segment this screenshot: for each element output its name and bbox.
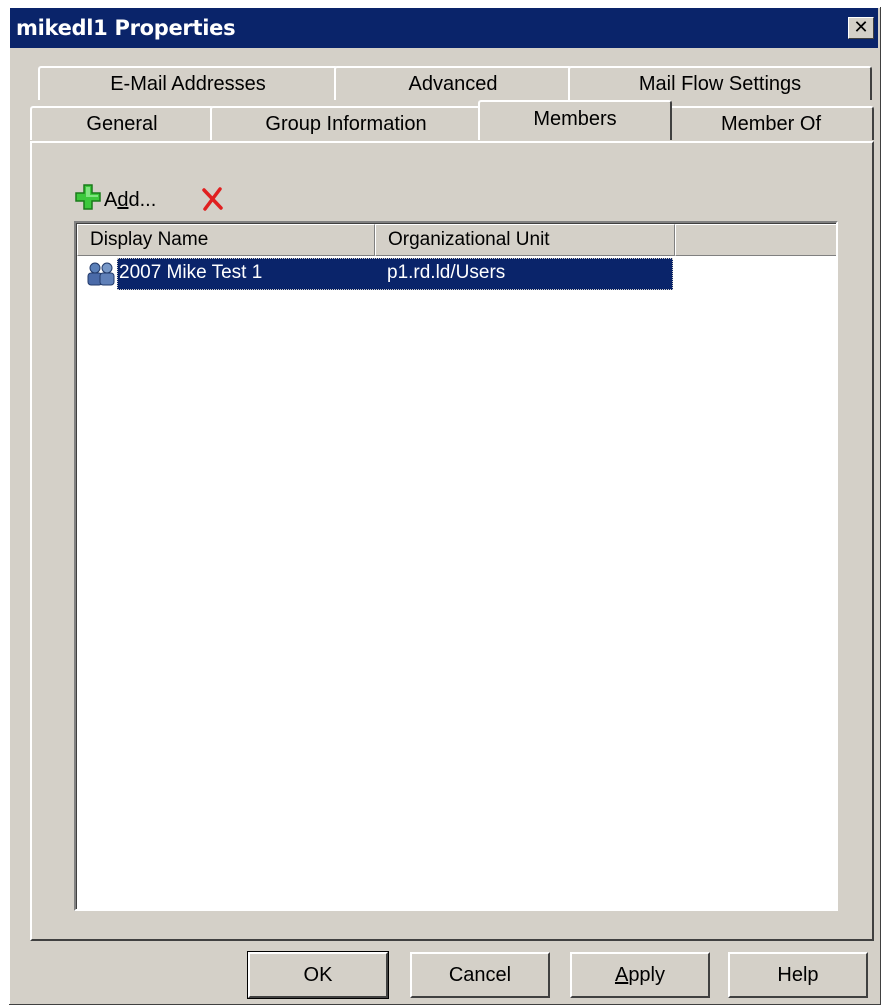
tab-advanced[interactable]: Advanced (334, 66, 572, 100)
tab-general[interactable]: General (30, 106, 214, 140)
members-tab-panel: Add... Display Name Organizational Unit (30, 141, 874, 941)
tab-label: Group Information (265, 112, 427, 135)
window-title: mikedl1 Properties (16, 16, 236, 40)
tab-label: Member Of (720, 112, 822, 135)
tab-member-of[interactable]: Member Of (668, 106, 874, 140)
help-button[interactable]: Help (728, 952, 868, 998)
list-item[interactable]: 2007 Mike Test 1 p1.rd.ld/Users (77, 258, 675, 290)
cell-organizational-unit: p1.rd.ld/Users (387, 262, 506, 283)
help-button-label: Help (777, 963, 819, 986)
remove-button[interactable] (200, 187, 224, 217)
close-icon: ✕ (853, 17, 869, 38)
green-plus-icon (74, 183, 102, 217)
tab-label: Members (533, 108, 617, 130)
title-bar[interactable]: mikedl1 Properties ✕ (10, 8, 878, 48)
apply-button-label: Apply (614, 963, 666, 986)
tab-group-information[interactable]: Group Information (210, 106, 482, 140)
ok-button[interactable]: OK (247, 951, 389, 999)
user-group-icon (85, 261, 119, 293)
tab-label: Mail Flow Settings (638, 72, 802, 95)
red-x-icon (200, 187, 224, 216)
add-button[interactable]: Add... (74, 183, 156, 217)
column-header-display-name[interactable]: Display Name (77, 224, 375, 256)
add-button-label: Add... (104, 188, 157, 211)
cancel-button-label: Cancel (448, 963, 512, 986)
column-header-blank (675, 224, 836, 256)
column-header-organizational-unit[interactable]: Organizational Unit (375, 224, 675, 256)
properties-dialog: mikedl1 Properties ✕ E-Mail Addresses Ad… (8, 6, 880, 1004)
tab-email-addresses[interactable]: E-Mail Addresses (38, 66, 338, 100)
tab-label: E-Mail Addresses (110, 72, 266, 95)
tab-label: Advanced (408, 72, 498, 95)
tab-members[interactable]: Members (478, 100, 672, 140)
members-list[interactable]: Display Name Organizational Unit 2007 Mi… (74, 221, 838, 911)
column-header-label: Organizational Unit (388, 229, 550, 250)
cell-display-name: 2007 Mike Test 1 (119, 262, 263, 283)
close-button[interactable]: ✕ (848, 17, 874, 39)
ok-button-label: OK (303, 963, 333, 986)
column-header-label: Display Name (90, 229, 209, 250)
apply-button[interactable]: Apply (570, 952, 710, 998)
cancel-button[interactable]: Cancel (410, 952, 550, 998)
tab-mail-flow-settings[interactable]: Mail Flow Settings (568, 66, 872, 100)
tab-label: General (86, 112, 158, 135)
